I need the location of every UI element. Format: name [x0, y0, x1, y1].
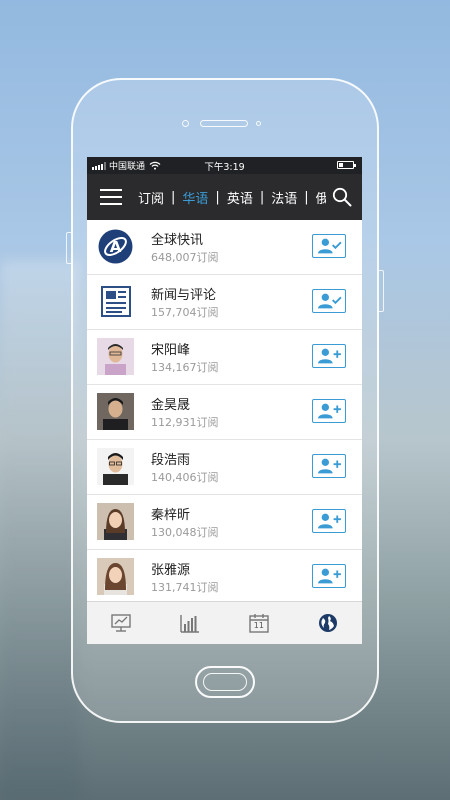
app-screen: 中国联通 下午3:19 订阅 | 华语 | 英语 | 法语 | 俄语 [87, 157, 362, 644]
tab-chinese[interactable]: 华语 [182, 188, 208, 207]
channel-name: 段浩雨 [151, 453, 191, 468]
subscribe-button[interactable] [312, 509, 346, 533]
home-button-inner [203, 673, 247, 691]
phone-home-button[interactable] [195, 666, 255, 698]
subscribe-button[interactable] [312, 399, 346, 423]
status-bar: 中国联通 下午3:19 [87, 157, 362, 174]
bar-chart-icon[interactable] [179, 612, 201, 634]
globe-logo-icon: A [98, 229, 133, 264]
subscriber-count: 134,167订阅 [151, 361, 219, 374]
subscribe-button[interactable] [312, 344, 346, 368]
globe-icon[interactable] [317, 612, 339, 634]
phone-volume-button [66, 232, 71, 264]
list-item[interactable]: 段浩雨 140,406订阅 [87, 440, 362, 495]
avatar [97, 393, 134, 430]
subscribe-button[interactable] [312, 564, 346, 588]
calendar-icon[interactable]: 11 [248, 612, 270, 634]
channel-name: 宋阳峰 [151, 343, 191, 358]
channel-name: 秦梓昕 [151, 508, 191, 523]
subscriber-count: 648,007订阅 [151, 251, 219, 264]
channel-name: 新闻与评论 [151, 288, 217, 303]
channel-name: 全球快讯 [151, 233, 204, 248]
subscribed-button[interactable] [312, 289, 346, 313]
tab-separator: | [259, 189, 265, 205]
tab-subscribed[interactable]: 订阅 [138, 188, 164, 207]
list-item[interactable]: 宋阳峰 134,167订阅 [87, 330, 362, 385]
channel-name: 张雅源 [151, 563, 191, 578]
phone-power-button [379, 270, 384, 312]
phone-speaker [200, 120, 248, 127]
avatar [97, 503, 134, 540]
calendar-day-label: 11 [253, 621, 264, 630]
channel-name: 金昊晟 [151, 398, 191, 413]
list-item[interactable]: 张雅源 131,741订阅 [87, 550, 362, 605]
avatar [97, 338, 134, 375]
battery-icon [337, 161, 356, 169]
subscribe-button[interactable] [312, 454, 346, 478]
tab-french[interactable]: 法语 [271, 188, 297, 207]
list-item[interactable]: 秦梓昕 130,048订阅 [87, 495, 362, 550]
status-time: 下午3:19 [204, 162, 245, 173]
search-icon[interactable] [332, 187, 352, 207]
subscribed-button[interactable] [312, 234, 346, 258]
subscriber-count: 140,406订阅 [151, 471, 219, 484]
svg-text:A: A [110, 238, 122, 256]
subscriber-count: 131,741订阅 [151, 581, 219, 594]
monitor-chart-icon[interactable] [110, 612, 132, 634]
subscriber-count: 112,931订阅 [151, 416, 219, 429]
phone-sensor [256, 121, 261, 126]
avatar [97, 448, 134, 485]
category-tabs: 订阅 | 华语 | 英语 | 法语 | 俄语 [138, 188, 326, 207]
list-item[interactable]: 金昊晟 112,931订阅 [87, 385, 362, 440]
top-navbar: 订阅 | 华语 | 英语 | 法语 | 俄语 [87, 174, 362, 220]
list-item[interactable]: A 全球快讯 648,007订阅 [87, 220, 362, 275]
channel-list: A 全球快讯 648,007订阅 新闻与评论 157,704订阅 宋阳峰 134… [87, 220, 362, 605]
subscriber-count: 130,048订阅 [151, 526, 219, 539]
tab-russian[interactable]: 俄语 [316, 188, 326, 207]
background-blur [0, 260, 80, 800]
tab-separator: | [304, 189, 309, 205]
menu-icon[interactable] [100, 189, 122, 205]
phone-camera [182, 120, 189, 127]
bottom-navbar: 11 [87, 601, 362, 644]
newspaper-icon [101, 286, 131, 317]
avatar [97, 558, 134, 595]
subscriber-count: 157,704订阅 [151, 306, 219, 319]
tab-english[interactable]: 英语 [227, 188, 253, 207]
tab-separator: | [171, 189, 176, 205]
list-item[interactable]: 新闻与评论 157,704订阅 [87, 275, 362, 330]
tab-separator: | [215, 189, 220, 205]
